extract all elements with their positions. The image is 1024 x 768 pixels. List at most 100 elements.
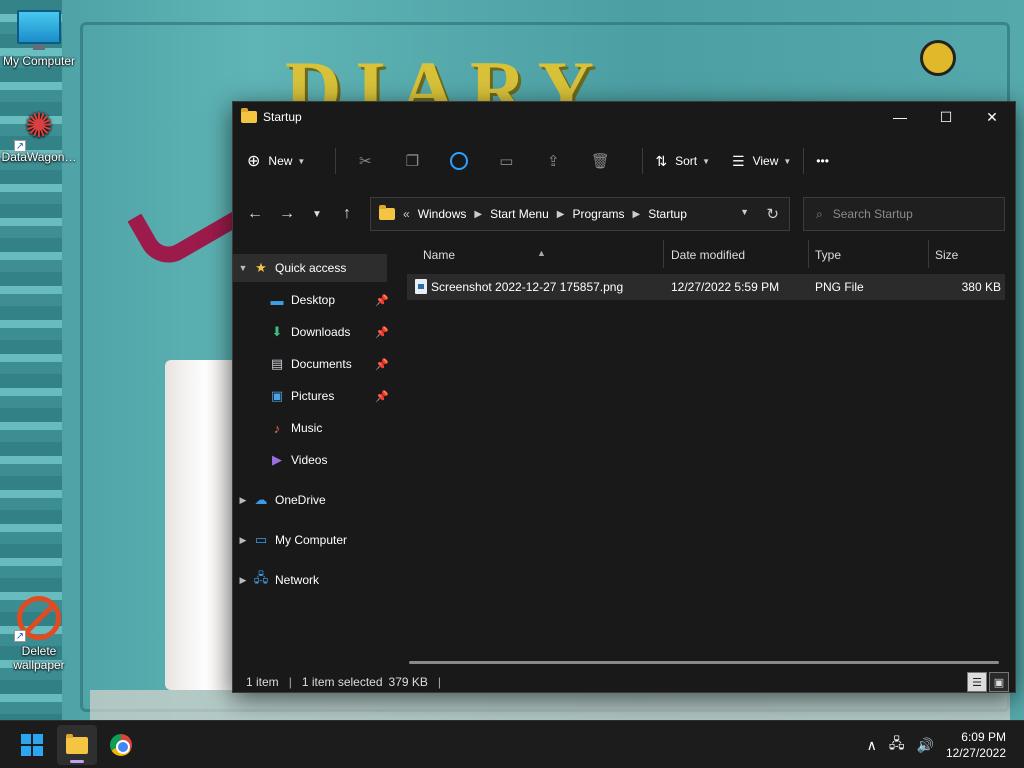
monitor-icon <box>17 10 61 50</box>
wallpaper-logo <box>920 40 956 76</box>
item-count: 1 item <box>246 675 279 689</box>
file-row[interactable]: Screenshot 2022-12-27 175857.png 12/27/2… <box>407 274 1005 300</box>
desktop-icon-delete-wallpaper[interactable]: ↗ Delete wallpaper <box>0 596 78 672</box>
title-bar[interactable]: Startup — ☐ ✕ <box>233 102 1015 132</box>
address-dropdown-icon[interactable]: ▼ <box>740 207 749 217</box>
chrome-icon <box>110 734 132 756</box>
nav-music[interactable]: ♪ Music <box>269 414 389 442</box>
shortcut-arrow-icon: ↗ <box>14 140 26 152</box>
file-type: PNG File <box>815 280 864 294</box>
divider <box>642 148 644 174</box>
paste-icon[interactable] <box>442 145 476 177</box>
nav-label: Desktop <box>291 293 336 307</box>
star-icon: ★ <box>255 260 267 275</box>
chevron-up-icon[interactable]: ∧ <box>867 737 877 754</box>
nav-label: Quick access <box>275 261 347 275</box>
delete-icon[interactable]: 🗑 <box>583 145 617 177</box>
column-type[interactable]: Type <box>815 248 841 262</box>
selected-size: 379 KB <box>388 675 428 689</box>
network-icon: 🖧 <box>253 570 269 585</box>
taskbar: ∧ 🖧 🔊 6:09 PM 12/27/2022 <box>0 720 1024 768</box>
search-input[interactable]: ⌕ Search Startup <box>803 197 1005 231</box>
nav-quick-access[interactable]: ▼ ★ Quick access <box>233 254 387 282</box>
network-icon[interactable]: 🖧 <box>889 733 905 757</box>
column-size[interactable]: Size <box>935 248 958 262</box>
breadcrumb-startup[interactable]: Startup <box>648 207 687 221</box>
share-icon[interactable]: ⇪ <box>536 145 570 177</box>
navigation-pane: ▼ ★ Quick access ▬ Desktop 📌 ⬇ Downloads… <box>233 252 393 662</box>
view-icon: ☰ <box>732 152 745 169</box>
breadcrumb-programs[interactable]: Programs <box>572 207 624 221</box>
desktop-icon: ▬ <box>270 292 284 308</box>
nav-videos[interactable]: ▶ Videos <box>269 446 389 474</box>
file-date: 12/27/2022 5:59 PM <box>671 280 780 294</box>
tiles-view-icon[interactable]: ▣ <box>989 672 1009 692</box>
search-placeholder: Search Startup <box>832 207 913 221</box>
address-bar[interactable]: « Windows ▶ Start Menu ▶ Programs ▶ Star… <box>370 197 790 231</box>
new-button[interactable]: ⊕ New ▼ <box>247 145 305 177</box>
up-arrow-icon[interactable]: ↑ <box>331 198 363 230</box>
address-row: ← → ▼ ↑ « Windows ▶ Start Menu ▶ Program… <box>233 194 1015 234</box>
maximize-button[interactable]: ☐ <box>923 102 969 132</box>
volume-icon[interactable]: 🔊 <box>917 737 934 754</box>
expand-chevron-icon[interactable]: ▶ <box>233 535 253 546</box>
nav-onedrive[interactable]: ▶ ☁ OneDrive <box>233 486 387 514</box>
expand-chevron-icon[interactable]: ▼ <box>233 263 253 273</box>
column-divider[interactable] <box>808 240 809 268</box>
view-button[interactable]: ☰ View ▼ <box>732 145 791 177</box>
minimize-button[interactable]: — <box>877 102 923 132</box>
nav-my-computer[interactable]: ▶ ▭ My Computer <box>233 526 387 554</box>
chevron-down-icon: ▼ <box>783 156 792 166</box>
more-options-button[interactable]: ••• <box>816 145 829 177</box>
monitor-icon: ▭ <box>254 532 268 547</box>
view-label: View <box>752 154 779 168</box>
start-button[interactable] <box>12 725 52 765</box>
clock[interactable]: 6:09 PM 12/27/2022 <box>946 729 1006 761</box>
nav-downloads[interactable]: ⬇ Downloads 📌 <box>269 318 389 346</box>
recent-locations-chevron-icon[interactable]: ▼ <box>303 198 331 230</box>
close-button[interactable]: ✕ <box>969 102 1015 132</box>
status-divider: | <box>288 675 292 689</box>
back-arrow-icon[interactable]: ← <box>239 198 271 230</box>
nav-label: OneDrive <box>275 493 326 507</box>
breadcrumb-windows[interactable]: Windows <box>418 207 467 221</box>
file-explorer-window: Startup — ☐ ✕ ⊕ New ▼ ✂ ❐ ▭ ⇪ 🗑 ⇅ Sort ▼… <box>232 101 1016 693</box>
taskbar-chrome[interactable] <box>101 725 141 765</box>
copy-icon[interactable]: ❐ <box>395 145 429 177</box>
column-divider[interactable] <box>928 240 929 268</box>
sort-ascending-icon: ▲ <box>537 248 546 258</box>
focus-ring <box>450 152 469 170</box>
nav-documents[interactable]: ▤ Documents 📌 <box>269 350 389 378</box>
nav-pictures[interactable]: ▣ Pictures 📌 <box>269 382 389 410</box>
sort-icon: ⇅ <box>655 152 668 169</box>
cut-icon[interactable]: ✂ <box>348 145 382 177</box>
refresh-icon[interactable]: ↻ <box>766 205 779 223</box>
system-tray: ∧ 🖧 🔊 6:09 PM 12/27/2022 <box>867 721 1024 768</box>
breadcrumb-start-menu[interactable]: Start Menu <box>490 207 549 221</box>
desktop-icon-my-computer[interactable]: My Computer <box>0 10 78 68</box>
nav-label: Downloads <box>291 325 351 339</box>
taskbar-file-explorer[interactable] <box>57 725 97 765</box>
forward-arrow-icon[interactable]: → <box>271 198 303 230</box>
expand-chevron-icon[interactable]: ▶ <box>233 495 253 506</box>
search-icon: ⌕ <box>816 206 823 221</box>
address-overflow[interactable]: « <box>403 207 410 221</box>
desktop-icon-label: DataWagon… <box>1 150 77 164</box>
details-view-icon[interactable]: ☰ <box>967 672 987 692</box>
horizontal-scrollbar[interactable] <box>409 661 999 664</box>
column-name[interactable]: Name <box>423 248 455 262</box>
command-bar: ⊕ New ▼ ✂ ❐ ▭ ⇪ 🗑 ⇅ Sort ▼ ☰ View ▼ ••• <box>233 140 1015 182</box>
pin-icon: 📌 <box>375 358 389 371</box>
sort-button[interactable]: ⇅ Sort ▼ <box>655 145 710 177</box>
pin-icon: 📌 <box>375 294 389 307</box>
nav-network[interactable]: ▶ 🖧 Network <box>233 566 387 594</box>
column-divider[interactable] <box>663 240 664 268</box>
column-date-modified[interactable]: Date modified <box>671 248 745 262</box>
status-bar: 1 item | 1 item selected 379 KB | ☰ ▣ <box>233 670 1015 694</box>
rename-icon[interactable]: ▭ <box>489 145 523 177</box>
nav-desktop[interactable]: ▬ Desktop 📌 <box>269 286 390 314</box>
desktop-icon-datawagon[interactable]: ✺ ↗ DataWagon… <box>0 106 78 164</box>
desktop-icon-label: My Computer <box>2 54 76 68</box>
expand-chevron-icon[interactable]: ▶ <box>233 575 253 586</box>
nav-label: Documents <box>291 357 352 371</box>
